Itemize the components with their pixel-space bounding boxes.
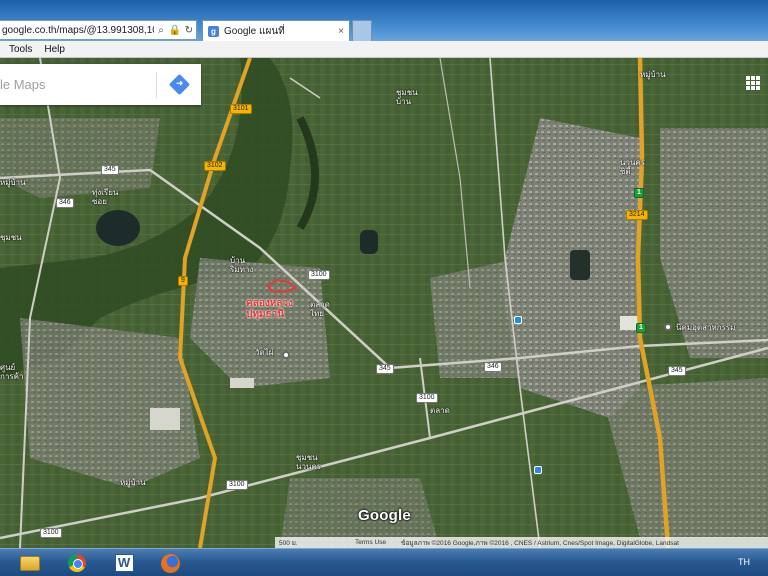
bus-stop-icon[interactable]: [514, 316, 522, 324]
place-pin-icon[interactable]: [664, 323, 672, 331]
place-label[interactable]: นวนคร ซิตี้: [620, 158, 645, 176]
road-shield: 345: [101, 165, 119, 175]
tab-close-icon[interactable]: ×: [338, 26, 344, 37]
place-label[interactable]: หมู่บ้าน: [120, 478, 146, 487]
road-shield: 346: [56, 198, 74, 208]
directions-button[interactable]: ➜: [157, 64, 201, 105]
maps-search-box[interactable]: le Maps ➜: [0, 64, 201, 105]
chrome-icon: [68, 554, 86, 572]
satellite-map[interactable]: ชุมชน บ้าน หมู่บ้าน นวนคร ซิตี้ หมู่บ้าน ท…: [0, 58, 768, 548]
menu-help[interactable]: Help: [38, 44, 71, 55]
place-label[interactable]: ชุมชน บ้าน: [396, 88, 418, 106]
place-label[interactable]: หมู่บ้าน: [0, 178, 26, 187]
place-pin-icon[interactable]: [282, 351, 290, 359]
tab-google-maps[interactable]: g Google แผนที่ ×: [202, 20, 350, 41]
map-imagery: [0, 58, 768, 548]
road-shield: 3100: [226, 480, 248, 490]
place-label[interactable]: บ้าน ริมทาง: [230, 256, 253, 274]
scale-label[interactable]: 500 ม.: [275, 538, 355, 548]
place-label[interactable]: ชุมชน: [0, 233, 22, 242]
road-shield: 3100: [416, 393, 438, 403]
imagery-attribution: ข้อมูลภาพ ©2016 Google,ภาพ ©2016 , CNES …: [401, 539, 679, 547]
highway-shield-green: 1: [634, 188, 644, 198]
place-label[interactable]: ตลาด ไทย: [310, 300, 330, 318]
highway-shield: 3102: [204, 161, 226, 171]
bus-stop-icon[interactable]: [534, 466, 542, 474]
highway-shield: 9: [178, 276, 188, 286]
highway-shield: 3101: [230, 104, 252, 114]
highway-shield-green: 1: [636, 323, 646, 333]
google-favicon-icon: g: [208, 25, 219, 37]
address-bar[interactable]: google.co.th/maps/@13.991308,100. ⌕ 🔒 ↻: [0, 20, 197, 40]
word-icon: W: [114, 554, 134, 572]
place-label[interactable]: วัดไผ่: [255, 348, 273, 357]
refresh-icon[interactable]: ↻: [182, 25, 196, 36]
place-label[interactable]: ชุมชน นวนคร: [296, 453, 321, 471]
selected-place-label[interactable]: คลองหลวง ปทุมธานี: [246, 298, 293, 320]
file-explorer-button[interactable]: [18, 552, 42, 574]
menu-bar: Tools Help: [0, 41, 768, 58]
map-footer: 500 ม. Terms Use ข้อมูลภาพ ©2016 Google,…: [275, 537, 768, 548]
place-label[interactable]: ทุ่งเรียน ซอย: [92, 188, 118, 206]
directions-icon: ➜: [168, 73, 190, 96]
language-indicator[interactable]: TH: [738, 557, 750, 567]
terms-link[interactable]: Terms Use: [355, 539, 401, 546]
place-label[interactable]: หมู่บ้าน: [640, 70, 666, 79]
search-input[interactable]: le Maps: [0, 77, 156, 92]
chrome-taskbar-button[interactable]: [65, 552, 89, 574]
highway-shield: 3214: [626, 210, 648, 220]
highlighted-area-marker[interactable]: [266, 278, 298, 294]
place-label[interactable]: ตลาด: [430, 406, 450, 415]
place-label[interactable]: นิคมอุตสาหกรรม: [676, 323, 735, 332]
menu-tools[interactable]: Tools: [0, 44, 38, 55]
road-shield: 3100: [308, 270, 330, 280]
new-tab-button[interactable]: [352, 20, 372, 41]
road-shield: 346: [484, 362, 502, 372]
windows-taskbar: W TH: [0, 548, 768, 576]
firefox-taskbar-button[interactable]: [158, 552, 182, 574]
road-shield: 345: [376, 364, 394, 374]
apps-grid-icon[interactable]: [746, 76, 760, 90]
place-label[interactable]: ศูนย์ การค้า: [0, 363, 23, 381]
lock-icon: 🔒: [168, 24, 182, 36]
road-shield: 3100: [40, 528, 62, 538]
firefox-icon: [160, 553, 180, 573]
search-icon[interactable]: ⌕: [154, 25, 168, 36]
tab-title: Google แผนที่: [224, 25, 285, 37]
google-logo: Google: [358, 507, 411, 524]
url-text[interactable]: google.co.th/maps/@13.991308,100.: [2, 25, 154, 36]
folder-icon: [20, 555, 40, 571]
road-shield: 345: [668, 366, 686, 376]
word-taskbar-button[interactable]: W: [112, 552, 136, 574]
